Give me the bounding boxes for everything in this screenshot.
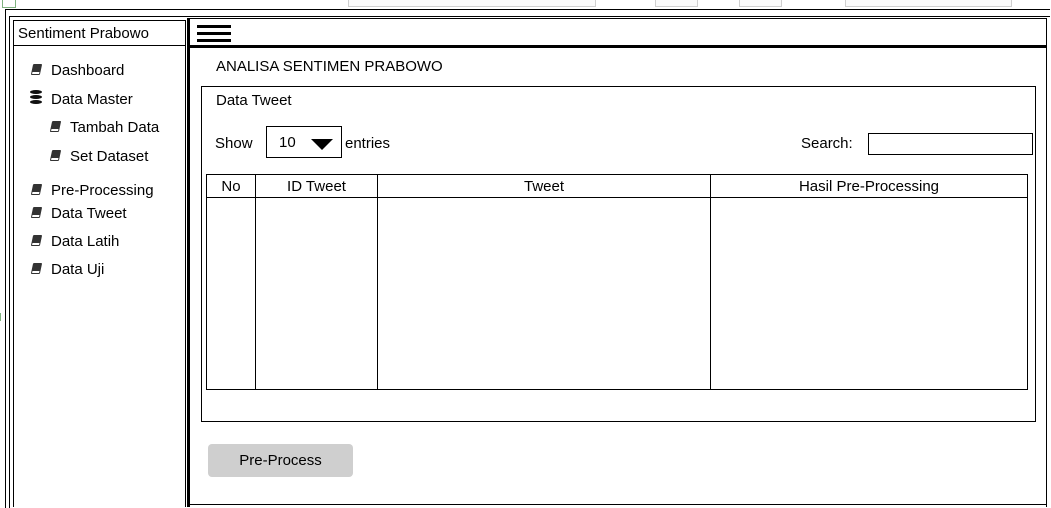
- column-header-id-tweet[interactable]: ID Tweet: [255, 174, 378, 198]
- toolbar-segment: [739, 0, 782, 7]
- book-icon: [47, 148, 63, 165]
- sidebar-item-label: Data Master: [51, 90, 133, 108]
- toolbar-segment: [655, 0, 698, 7]
- show-label: Show: [215, 135, 253, 152]
- toolbar-segment: [845, 0, 1012, 7]
- book-icon: [28, 182, 44, 199]
- entries-select[interactable]: 10: [266, 126, 342, 158]
- book-icon: [47, 119, 63, 136]
- sidebar-item-label: Pre-Processing: [51, 182, 154, 199]
- sidebar-item-label: Data Latih: [51, 233, 120, 250]
- sidebar-item-dashboard[interactable]: Dashboard: [28, 62, 124, 79]
- database-icon: [28, 90, 44, 108]
- toolbar-segment: [348, 0, 596, 7]
- column-header-no[interactable]: No: [206, 174, 256, 198]
- sidebar-item-set-dataset[interactable]: Set Dataset: [47, 148, 148, 165]
- main-bottom-border: [190, 504, 1047, 505]
- brand-title[interactable]: Sentiment Prabowo: [13, 20, 186, 46]
- book-icon: [28, 62, 44, 79]
- book-icon: [28, 233, 44, 250]
- table-cell: [710, 197, 1028, 390]
- search-label: Search:: [801, 135, 853, 152]
- table-cell: [206, 197, 256, 390]
- sidebar-item-label: Tambah Data: [70, 119, 160, 136]
- entries-label: entries: [345, 135, 391, 152]
- sidebar-item-label: Data Tweet: [51, 205, 127, 222]
- table-cell: [377, 197, 711, 390]
- sidebar-item-label: Dashboard: [51, 62, 125, 79]
- table-cell: [255, 197, 378, 390]
- caret-down-icon: [311, 139, 333, 150]
- sidebar-item-label: Set Dataset: [70, 148, 149, 165]
- top-navbar: [189, 18, 1047, 48]
- table-empty-body: [206, 197, 1028, 390]
- sidebar-item-data-uji[interactable]: Data Uji: [28, 261, 104, 278]
- sidebar-item-data-tweet[interactable]: Data Tweet: [28, 205, 127, 222]
- table-header-row: No ID Tweet Tweet Hasil Pre-Processing: [206, 174, 1028, 198]
- panel-title: Data Tweet: [216, 92, 292, 109]
- page-title: ANALISA SENTIMEN PRABOWO: [216, 58, 443, 75]
- sidebar-divider: [187, 18, 190, 507]
- pre-process-button[interactable]: Pre-Process: [208, 444, 353, 477]
- book-icon: [28, 261, 44, 278]
- sidebar-item-data-master[interactable]: Data Master: [28, 90, 133, 108]
- sidebar-item-tambah-data[interactable]: Tambah Data: [47, 119, 159, 136]
- entries-select-value: 10: [279, 133, 296, 151]
- window-corner-icon: [2, 0, 16, 8]
- sidebar-item-pre-processing[interactable]: Pre-Processing: [28, 182, 154, 199]
- main-right-border: [1046, 48, 1047, 507]
- hamburger-icon[interactable]: [197, 25, 231, 43]
- column-header-tweet[interactable]: Tweet: [377, 174, 711, 198]
- book-icon: [28, 205, 44, 222]
- edge-marker: [0, 313, 4, 321]
- window-top-strip: [0, 0, 1051, 8]
- column-header-hasil-pre-processing[interactable]: Hasil Pre-Processing: [710, 174, 1028, 198]
- sidebar-item-data-latih[interactable]: Data Latih: [28, 233, 119, 250]
- search-input[interactable]: [868, 133, 1033, 155]
- sidebar-item-label: Data Uji: [51, 261, 105, 278]
- tweet-table: No ID Tweet Tweet Hasil Pre-Processing: [206, 174, 1028, 390]
